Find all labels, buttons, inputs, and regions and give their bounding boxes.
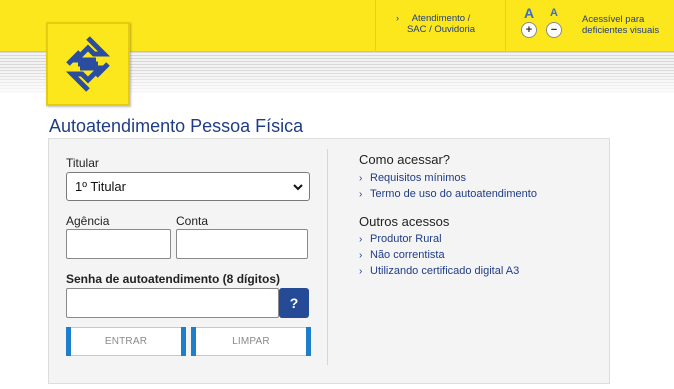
password-label: Senha de autoatendimento (8 dígitos) (66, 272, 281, 286)
accessibility-link[interactable]: Acessível para deficientes visuais (582, 14, 672, 36)
header-divider (375, 0, 376, 52)
link-label: Utilizando certificado digital A3 (370, 265, 520, 277)
titular-selected-value: 1º Titular (75, 179, 126, 194)
link-terms-of-use[interactable]: › Termo de uso do autoatendimento (359, 188, 537, 200)
font-small-letter: A (550, 7, 558, 19)
chevron-right-icon: › (359, 173, 363, 184)
agencia-field[interactable] (66, 229, 171, 259)
chevron-right-icon: › (359, 234, 363, 245)
font-increase-control: A + (521, 6, 537, 38)
other-access-title: Outros acessos (359, 214, 450, 229)
enter-button[interactable]: ENTRAR (66, 327, 186, 356)
bank-logo-icon (65, 36, 111, 92)
chevron-right-icon: › (359, 189, 363, 200)
chevron-right-icon: › (359, 250, 363, 261)
titular-label: Titular (66, 156, 99, 170)
link-label: Requisitos mínimos (370, 172, 466, 184)
link-label: Termo de uso do autoatendimento (370, 188, 537, 200)
sac-link-line1: Atendimento / (411, 13, 471, 24)
password-help-button[interactable]: ? (279, 288, 309, 318)
link-label: Produtor Rural (370, 233, 442, 245)
conta-label: Conta (176, 214, 209, 228)
accessibility-line1: Acessível para (582, 14, 645, 25)
clear-button[interactable]: LIMPAR (191, 327, 311, 356)
font-decrease-control: A − (546, 6, 562, 38)
chevron-down-icon (293, 184, 303, 191)
sac-link-line2: SAC / Ouvidoria (406, 24, 476, 35)
link-minimum-requirements[interactable]: › Requisitos mínimos (359, 172, 466, 184)
font-large-letter: A (523, 5, 535, 21)
page-title: Autoatendimento Pessoa Física (49, 116, 304, 136)
link-rural-producer[interactable]: › Produtor Rural (359, 233, 442, 245)
link-label: Não correntista (370, 249, 445, 261)
how-to-access-title: Como acessar? (359, 152, 451, 167)
chevron-right-icon: › (359, 266, 363, 277)
agencia-label: Agência (66, 214, 110, 228)
bank-logo[interactable] (46, 22, 130, 106)
sac-ombudsman-link[interactable]: › Atendimento / SAC / Ouvidoria (396, 13, 486, 35)
link-digital-certificate[interactable]: › Utilizando certificado digital A3 (359, 265, 519, 277)
titular-select[interactable]: 1º Titular (66, 172, 310, 201)
panel-divider (327, 149, 328, 365)
header-divider (505, 0, 506, 52)
conta-field[interactable] (176, 229, 308, 259)
chevron-right-icon: › (396, 13, 399, 23)
font-increase-button[interactable]: + (521, 22, 537, 38)
link-non-account-holder[interactable]: › Não correntista (359, 249, 445, 261)
password-field[interactable] (66, 288, 279, 318)
accessibility-line2: deficientes visuais (582, 25, 660, 36)
font-decrease-button[interactable]: − (546, 22, 562, 38)
